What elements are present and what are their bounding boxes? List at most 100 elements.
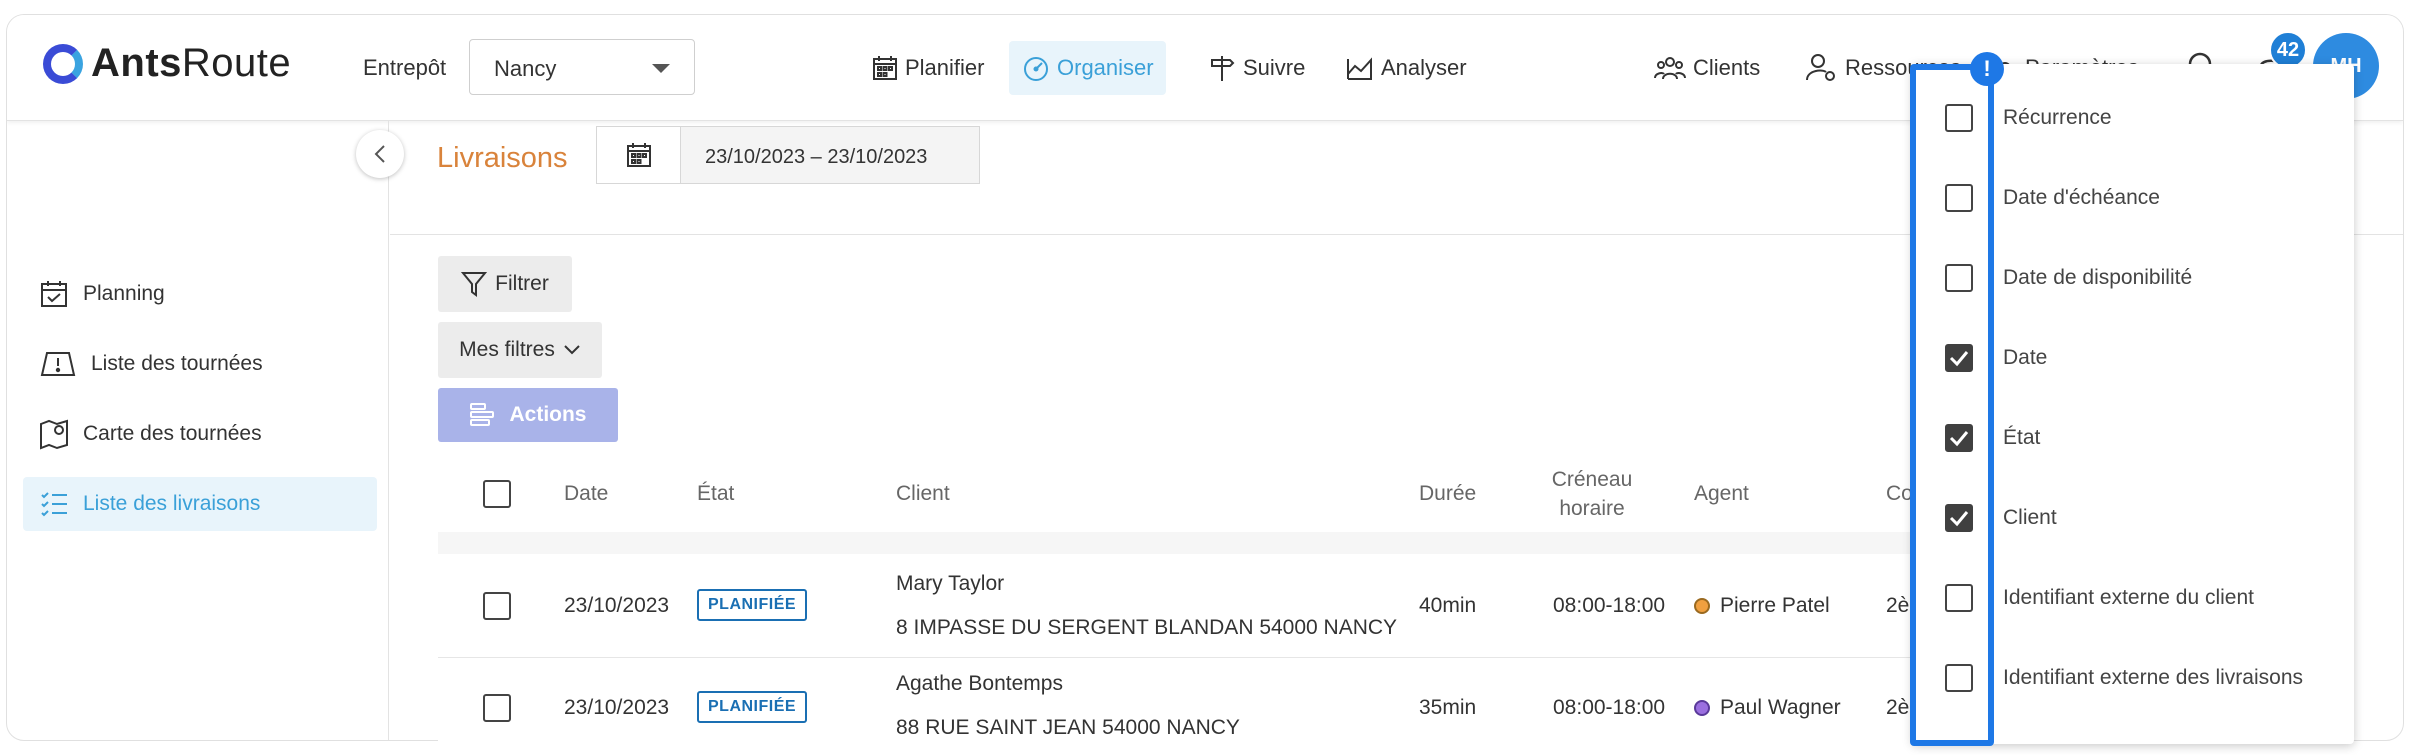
table-header: Date État Client Durée Créneau horaire A…: [438, 456, 1938, 532]
header-date[interactable]: Date: [564, 456, 608, 532]
calendar-icon: [873, 56, 897, 80]
users-group-icon: [1654, 57, 1686, 80]
column-option-label: Date de disponibilité: [2003, 266, 2193, 289]
actions-button[interactable]: Actions: [438, 388, 618, 442]
nav-analyser-label: Analyser: [1381, 55, 1467, 80]
header-client[interactable]: Client: [896, 456, 950, 532]
row-partial: 2è: [1886, 594, 1910, 617]
area-chart-icon: [1347, 57, 1372, 80]
select-all-checkbox[interactable]: [483, 480, 511, 508]
row-client-name[interactable]: Mary Taylor: [896, 572, 1004, 596]
header-partial[interactable]: Co: [1886, 456, 1913, 532]
sidebar-item-label: Carte des tournées: [83, 422, 262, 445]
row-checkbox-cell: [483, 694, 511, 722]
logo-mark-icon: [43, 43, 83, 84]
collapse-sidebar-button[interactable]: [356, 130, 404, 178]
checklist-icon: [41, 492, 67, 517]
antsroute-logo[interactable]: AntsRoute: [43, 41, 291, 86]
sidebar-item-planning[interactable]: Planning: [23, 267, 377, 321]
checkbox-column-highlight: [1910, 64, 1994, 746]
row-checkbox-cell: [483, 592, 511, 620]
filter-button-label: Filtrer: [495, 272, 549, 295]
date-picker-button[interactable]: [596, 126, 680, 184]
warehouse-select-value: Nancy: [494, 56, 557, 81]
chevron-down-icon: [564, 345, 580, 355]
row-checkbox[interactable]: [483, 694, 511, 722]
date-range-field[interactable]: 23/10/2023 – 23/10/2023: [680, 126, 980, 184]
alert-exclamation-icon: !: [1970, 52, 2004, 86]
column-option-label: Date: [2003, 346, 2048, 369]
column-option-label: État: [2003, 426, 2041, 449]
signpost-icon: [1211, 56, 1235, 81]
table-row[interactable]: 23/10/2023 PLANIFIÉE Agathe Bontemps 88 …: [438, 658, 1938, 755]
actions-list-icon: [470, 403, 495, 426]
left-sidebar: Planning Liste des tournées Carte des to…: [7, 121, 389, 740]
funnel-icon: [461, 272, 488, 297]
chevron-left-icon: [374, 145, 385, 163]
sidebar-item-liste-livraisons[interactable]: Liste des livraisons: [23, 477, 377, 531]
column-option-label: Date d'échéance: [2003, 186, 2160, 209]
calendar-icon: [626, 143, 651, 167]
row-date: 23/10/2023: [564, 696, 670, 719]
nav-analyser[interactable]: Analyser: [1333, 41, 1479, 95]
header-duree[interactable]: Durée: [1419, 456, 1476, 532]
row-agent-name: Paul Wagner: [1720, 696, 1841, 719]
nav-planifier[interactable]: Planifier: [859, 41, 996, 95]
agent-color-dot: [1694, 700, 1710, 716]
nav-clients[interactable]: Clients: [1641, 41, 1772, 95]
header-creneau[interactable]: Créneau horaire: [1550, 456, 1634, 532]
column-option-label: Récurrence: [2003, 106, 2112, 129]
column-option-label: Identifiant externe des livraisons: [2003, 666, 2303, 689]
nav-organiser-label: Organiser: [1057, 55, 1154, 80]
page-title: Livraisons: [437, 142, 568, 174]
row-duration: 35min: [1419, 696, 1477, 719]
row-duration: 40min: [1419, 594, 1477, 617]
logo-text-rest: Route: [181, 41, 292, 85]
filter-button[interactable]: Filtrer: [438, 256, 572, 312]
nav-organiser[interactable]: Organiser: [1009, 41, 1166, 95]
warehouse-select[interactable]: Nancy: [469, 39, 695, 95]
nav-suivre-label: Suivre: [1243, 55, 1306, 80]
row-slot: 08:00-18:00: [1553, 594, 1666, 617]
sidebar-item-label: Liste des livraisons: [83, 492, 261, 515]
warehouse-label: Entrepôt: [363, 55, 447, 80]
row-date: 23/10/2023: [564, 594, 670, 617]
header-etat[interactable]: État: [697, 456, 734, 532]
user-gear-icon: [1806, 54, 1835, 81]
row-slot: 08:00-18:00: [1553, 696, 1666, 719]
column-option-label: Identifiant externe du client: [2003, 586, 2254, 609]
map-pin-icon: [40, 419, 68, 450]
table-row[interactable]: 23/10/2023 PLANIFIÉE Mary Taylor 8 IMPAS…: [438, 556, 1938, 658]
select-all-cell: [483, 456, 511, 532]
my-filters-label: Mes filtres: [459, 338, 555, 361]
sidebar-item-label: Liste des tournées: [91, 352, 263, 375]
status-badge: PLANIFIÉE: [697, 589, 808, 621]
row-agent: Pierre Patel: [1694, 594, 1830, 618]
status-badge: PLANIFIÉE: [697, 691, 808, 723]
speedometer-icon: [1024, 57, 1048, 81]
header-creneau-line2: horaire: [1559, 497, 1625, 520]
row-agent-name: Pierre Patel: [1720, 594, 1830, 617]
my-filters-dropdown[interactable]: Mes filtres: [438, 322, 602, 378]
header-creneau-line1: Créneau: [1551, 468, 1633, 491]
caret-down-icon: [652, 64, 670, 73]
agent-color-dot: [1694, 598, 1710, 614]
calendar-check-icon: [41, 281, 67, 307]
nav-planifier-label: Planifier: [905, 55, 985, 80]
row-partial: 2è: [1886, 696, 1910, 719]
sidebar-item-label: Planning: [83, 282, 165, 305]
column-option-label: Client: [2003, 506, 2057, 529]
sidebar-item-carte-tournees[interactable]: Carte des tournées: [23, 407, 377, 461]
header-agent[interactable]: Agent: [1694, 456, 1749, 532]
row-client-address: 88 RUE SAINT JEAN 54000 NANCY: [896, 716, 1240, 739]
nav-suivre[interactable]: Suivre: [1195, 41, 1317, 95]
sidebar-item-liste-tournees[interactable]: Liste des tournées: [23, 337, 377, 391]
nav-clients-label: Clients: [1693, 55, 1761, 80]
actions-button-label: Actions: [509, 403, 587, 426]
table-header-separator: [438, 532, 1938, 554]
row-client-name[interactable]: Agathe Bontemps: [896, 672, 1063, 696]
row-checkbox[interactable]: [483, 592, 511, 620]
route-board-icon: [40, 352, 76, 376]
row-agent: Paul Wagner: [1694, 696, 1841, 720]
row-client-address: 8 IMPASSE DU SERGENT BLANDAN 54000 NANCY: [896, 616, 1398, 639]
